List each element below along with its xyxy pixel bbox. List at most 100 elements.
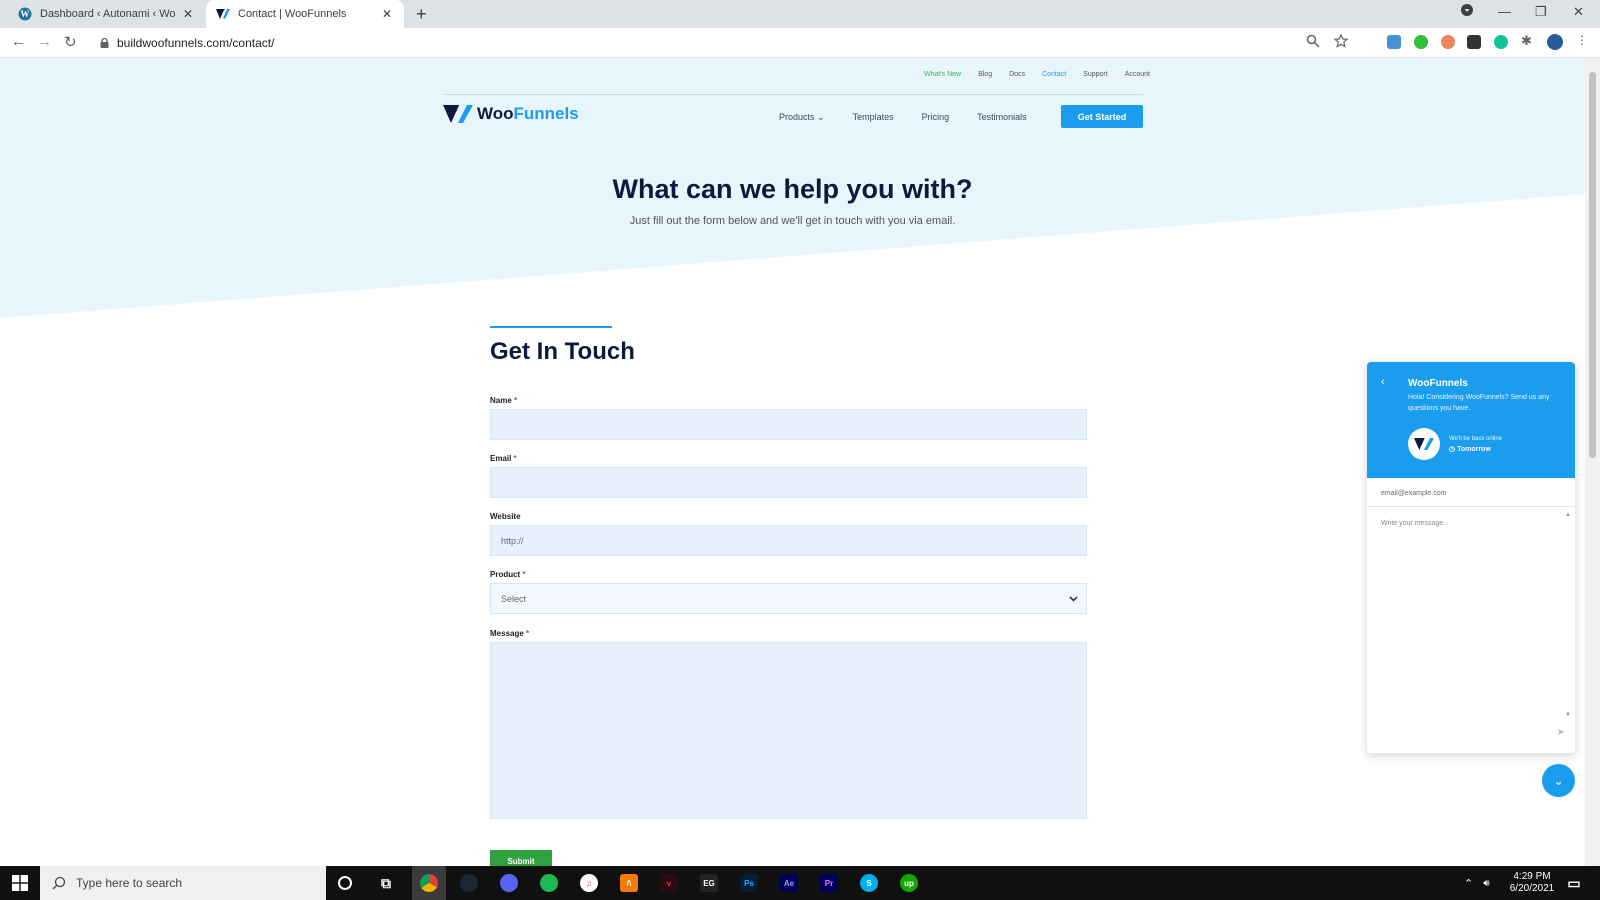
woofunnels-icon (216, 7, 230, 21)
vivaldi-icon[interactable]: v (660, 874, 678, 892)
search-icon (52, 876, 66, 890)
after-effects-icon[interactable]: Ae (780, 874, 798, 892)
chat-scrollbar[interactable]: ▲ ▼ (1565, 512, 1571, 722)
scrollbar-thumb[interactable] (1589, 72, 1596, 458)
name-field[interactable] (490, 409, 1087, 440)
get-started-button[interactable]: Get Started (1061, 105, 1143, 128)
taskbar: Type here to search ⧉ ♫ /\ v EG Ps Ae Pr… (0, 866, 1600, 900)
address-bar[interactable]: buildwoofunnels.com/contact/ (90, 31, 1368, 54)
website-placeholder: http:// (501, 535, 524, 546)
extension-icon[interactable] (1441, 35, 1455, 49)
extension-icon[interactable] (1414, 35, 1428, 49)
chat-email-input[interactable]: email@example.com (1381, 490, 1446, 497)
link-whats-new[interactable]: What's New (924, 71, 961, 78)
browser-menu-icon[interactable]: ⋮ (1576, 33, 1590, 47)
app-icon[interactable]: /\ (620, 874, 638, 892)
restore-button[interactable]: ❐ (1535, 4, 1547, 20)
browser-toolbar: ← → ↻ buildwoofunnels.com/contact/ ✱ ⋮ (0, 28, 1600, 58)
chat-availability: ◷ Tomorrow (1449, 446, 1491, 453)
link-account[interactable]: Account (1125, 71, 1150, 78)
reload-icon[interactable]: ↻ (64, 33, 77, 51)
page-scrollbar[interactable] (1585, 58, 1600, 866)
name-label: Name * (490, 396, 518, 405)
hero-title: What can we help you with? (612, 174, 973, 204)
back-icon[interactable]: ← (11, 33, 26, 50)
woofunnels-logo-icon (443, 105, 473, 123)
email-label: Email * (490, 454, 517, 463)
chat-widget: ‹ WooFunnels Hola! Considering WooFunnel… (1367, 362, 1575, 753)
taskbar-clock[interactable]: 4:29 PM 6/20/2021 (1506, 871, 1558, 895)
url-text: buildwoofunnels.com/contact/ (117, 35, 275, 50)
top-links: What's New Blog Docs Contact Support Acc… (924, 71, 1150, 78)
spotify-icon[interactable] (540, 874, 558, 892)
new-tab-button[interactable]: + (416, 4, 427, 25)
close-icon[interactable]: ✕ (181, 7, 195, 21)
extension-icon[interactable] (1387, 35, 1401, 49)
message-label: Message * (490, 629, 530, 638)
search-placeholder: Type here to search (76, 876, 183, 890)
site-logo[interactable]: WooFunnels (443, 104, 579, 124)
taskbar-search[interactable]: Type here to search (40, 866, 326, 900)
upwork-icon[interactable]: up (900, 874, 918, 892)
system-tray: ⌃ 🔊︎ (1464, 866, 1490, 900)
notification-icon[interactable]: ▭ (1565, 874, 1583, 892)
logo-text: WooFunnels (477, 104, 579, 123)
chat-toggle-button[interactable]: ⌄ (1542, 764, 1575, 797)
chevron-down-icon: ⌄ (1553, 773, 1564, 788)
itunes-icon[interactable]: ♫ (580, 874, 598, 892)
message-field[interactable] (490, 642, 1087, 819)
nav-templates[interactable]: Templates (853, 112, 894, 123)
tab-contact[interactable]: Contact | WooFunnels ✕ (206, 0, 404, 28)
discord-icon[interactable] (500, 874, 518, 892)
chrome-taskbar-button[interactable] (412, 866, 446, 900)
link-blog[interactable]: Blog (978, 71, 992, 78)
photoshop-icon[interactable]: Ps (740, 874, 758, 892)
skype-icon[interactable]: S (860, 874, 878, 892)
scroll-up-icon[interactable]: ▲ (1565, 512, 1571, 518)
chat-message-input[interactable]: Write your message... (1381, 520, 1449, 527)
chat-status: We'll be back online (1449, 436, 1503, 442)
link-support[interactable]: Support (1083, 71, 1108, 78)
clock-icon: ◷ (1449, 446, 1456, 453)
close-window-button[interactable]: ✕ (1573, 4, 1584, 20)
task-view-icon[interactable]: ⧉ (377, 874, 395, 892)
form-title: Get In Touch (490, 338, 635, 365)
title-accent-line (490, 326, 612, 328)
nav-pricing[interactable]: Pricing (922, 112, 950, 123)
profile-menu-icon[interactable] (1461, 4, 1473, 19)
header-divider (443, 94, 1143, 95)
website-field[interactable]: http:// (490, 525, 1087, 556)
product-selected-value: Select (501, 593, 527, 604)
minimize-button[interactable]: — (1498, 4, 1511, 19)
product-select[interactable]: Select (490, 583, 1087, 614)
close-icon[interactable]: ✕ (380, 7, 394, 21)
volume-icon[interactable]: 🔊︎ (1483, 878, 1489, 889)
epic-games-icon[interactable]: EG (700, 874, 718, 892)
avatar[interactable] (1547, 34, 1563, 50)
extension-icon[interactable] (1467, 35, 1481, 49)
zoom-icon[interactable] (1306, 34, 1320, 48)
bookmark-star-icon[interactable] (1334, 34, 1348, 48)
send-icon[interactable]: ➤ (1557, 727, 1565, 738)
nav-testimonials[interactable]: Testimonials (977, 112, 1027, 123)
page-content: What's New Blog Docs Contact Support Acc… (0, 58, 1585, 866)
forward-icon[interactable]: → (37, 33, 52, 50)
chevron-up-icon[interactable]: ⌃ (1464, 877, 1473, 890)
link-contact[interactable]: Contact (1042, 71, 1066, 78)
clock-time: 4:29 PM (1513, 871, 1551, 882)
hero-subtitle: Just fill out the form below and we'll g… (629, 215, 956, 227)
email-field[interactable] (490, 467, 1087, 498)
nav-products[interactable]: Products ⌄ (779, 112, 825, 123)
grammarly-icon[interactable] (1494, 35, 1508, 49)
steam-icon[interactable] (460, 874, 478, 892)
scroll-down-icon[interactable]: ▼ (1565, 712, 1571, 718)
cortana-icon[interactable] (338, 876, 352, 890)
link-docs[interactable]: Docs (1009, 71, 1025, 78)
chevron-left-icon[interactable]: ‹ (1381, 376, 1385, 388)
submit-button[interactable]: Submit (490, 850, 552, 866)
chat-header: ‹ WooFunnels Hola! Considering WooFunnel… (1367, 362, 1575, 478)
premiere-icon[interactable]: Pr (820, 874, 838, 892)
extensions-puzzle-icon[interactable]: ✱ (1521, 33, 1535, 48)
windows-start-icon[interactable] (12, 875, 28, 891)
tab-dashboard[interactable]: W Dashboard ‹ Autonami ‹ WooFunnels ✕ (8, 0, 205, 28)
